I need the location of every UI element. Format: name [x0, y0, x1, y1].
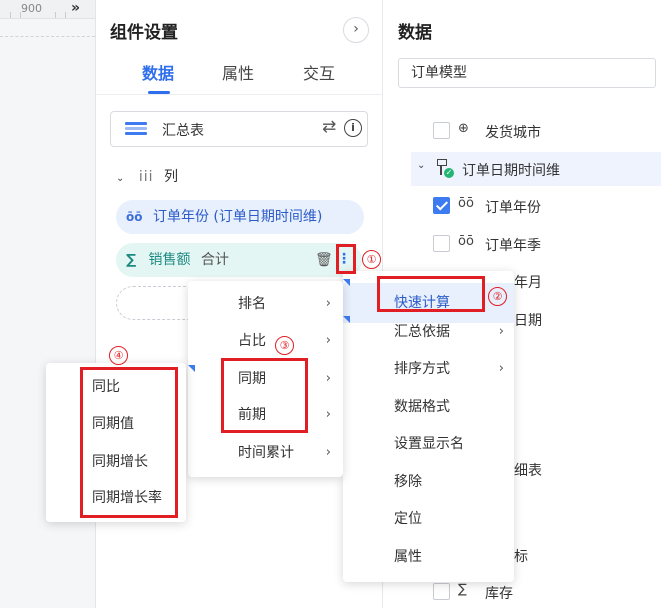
guide-line	[0, 36, 95, 37]
tab-data[interactable]: 数据	[142, 60, 174, 84]
ruler: 900	[0, 0, 95, 19]
hierarchy-icon: ✓	[435, 158, 455, 178]
menu-item-label: 时间累计	[238, 445, 294, 461]
collapse-panel-button[interactable]: ›	[343, 17, 369, 43]
annotation-box-4	[80, 367, 178, 518]
date-field-icon: ōō	[458, 234, 474, 249]
data-panel-title: 数据	[398, 23, 432, 43]
menu-item-summary-basis[interactable]: 汇总依据 ›	[394, 314, 504, 350]
date-field-icon: ōō	[126, 210, 143, 224]
menu-pointer	[343, 279, 350, 286]
menu-item-properties[interactable]: 属性	[394, 539, 504, 575]
menu-item-label: 设置显示名	[394, 436, 464, 452]
field-label: 订单年季	[485, 238, 541, 254]
field-row-city[interactable]: ⊕ 发货城市	[383, 114, 661, 148]
globe-icon: ⊕	[458, 121, 469, 136]
partial-field-label: 年月	[514, 275, 542, 291]
aggregation-label: 合计	[200, 252, 229, 268]
chevron-right-icon: ›	[325, 371, 331, 386]
menu-item-label: 排序方式	[394, 361, 450, 377]
chevron-right-icon: ›	[498, 324, 504, 339]
info-icon[interactable]: i	[344, 119, 362, 137]
active-tab-indicator	[148, 91, 170, 94]
menu-item-label: 属性	[394, 549, 422, 565]
chevron-right-icon: ›	[325, 445, 331, 460]
chevron-right-icon: ›	[498, 361, 504, 376]
field-context-menu: 快速计算 汇总依据 › 排序方式 › 数据格式 设置显示名 移除 定位 属性	[343, 271, 514, 582]
menu-item-label: 移除	[394, 474, 422, 490]
chevron-right-icon: ›	[325, 407, 331, 422]
annotation-number-4: ④	[109, 346, 128, 365]
menu-item-locate[interactable]: 定位	[394, 501, 504, 537]
menu-item-rank[interactable]: 排名 ›	[238, 286, 331, 322]
menu-item-label: 排名	[238, 296, 266, 312]
field-checkbox[interactable]	[433, 583, 450, 600]
menu-item-label: 定位	[394, 511, 422, 527]
field-checkbox-checked[interactable]	[433, 197, 450, 214]
sigma-icon: ∑	[126, 252, 137, 268]
menu-pointer	[343, 316, 350, 323]
trash-icon[interactable]: 🗑	[315, 252, 333, 268]
ruler-tick	[10, 12, 11, 18]
ruler-tick	[20, 12, 21, 18]
summary-table-icon	[125, 122, 147, 136]
field-checkbox[interactable]	[433, 235, 450, 252]
dimension-field-pill[interactable]: ōō 订单年份 (订单日期时间维)	[116, 200, 364, 234]
menu-item-label: 占比	[238, 333, 266, 349]
menu-item-display-name[interactable]: 设置显示名	[394, 426, 504, 462]
field-label: 订单年份	[485, 200, 541, 216]
field-label: 订单日期时间维	[462, 163, 560, 179]
columns-label: 列	[163, 169, 178, 185]
annotation-number-1: ①	[362, 250, 381, 269]
menu-item-data-format[interactable]: 数据格式	[394, 389, 504, 425]
dimension-field-label: 订单年份 (订单日期时间维)	[152, 209, 323, 225]
menu-item-time-cumulative[interactable]: 时间累计 ›	[238, 435, 331, 471]
menu-pointer	[188, 365, 195, 372]
annotation-box-3	[221, 358, 308, 433]
sigma-icon: ∑	[458, 582, 467, 597]
field-label: 发货城市	[485, 125, 541, 141]
chevron-down-icon: ⌄	[116, 173, 125, 184]
partial-field-label: 日期	[514, 313, 542, 329]
field-row-order-year[interactable]: ōō 订单年份	[383, 189, 661, 223]
chart-type-selector[interactable]: 汇总表 ⇄ i	[110, 111, 368, 147]
field-row-date-dimension[interactable]: ⌄ ✓ 订单日期时间维	[411, 152, 661, 186]
settings-tabs: 数据 属性 交互	[96, 58, 382, 95]
data-model-select[interactable]	[398, 58, 656, 88]
double-chevron-right-icon[interactable]: »	[71, 0, 80, 16]
partial-field-label: 细表	[514, 463, 542, 479]
columns-section-header[interactable]: ⌄ iii 列	[116, 166, 178, 186]
ruler-number: 900	[21, 2, 42, 15]
field-checkbox[interactable]	[433, 122, 450, 139]
field-label: 库存	[485, 586, 513, 602]
menu-item-label: 汇总依据	[394, 324, 450, 340]
columns-icon: iii	[138, 169, 154, 185]
tab-interaction[interactable]: 交互	[303, 60, 335, 84]
ruler-tick	[55, 12, 56, 18]
date-field-icon: ōō	[458, 196, 474, 211]
annotation-box-2	[377, 276, 485, 312]
chart-type-label: 汇总表	[162, 123, 204, 139]
menu-item-label: 数据格式	[394, 399, 450, 415]
swap-icon[interactable]: ⇄	[322, 117, 336, 137]
settings-title: 组件设置	[110, 23, 178, 43]
ruler-tick	[65, 12, 66, 18]
menu-item-sort-order[interactable]: 排序方式 ›	[394, 351, 504, 387]
chevron-down-icon[interactable]: ⌄	[417, 160, 425, 171]
field-row-order-season[interactable]: ōō 订单年季	[383, 227, 661, 261]
chevron-right-icon: ›	[325, 333, 331, 348]
partial-field-label: 标	[514, 549, 528, 565]
chevron-right-icon: ›	[325, 296, 331, 311]
tab-properties[interactable]: 属性	[222, 60, 254, 84]
annotation-number-2: ②	[488, 287, 507, 306]
measure-field-label: 销售额	[148, 252, 191, 268]
annotation-box-1	[336, 244, 356, 274]
annotation-number-3: ③	[275, 336, 294, 355]
menu-item-remove[interactable]: 移除	[394, 464, 504, 500]
